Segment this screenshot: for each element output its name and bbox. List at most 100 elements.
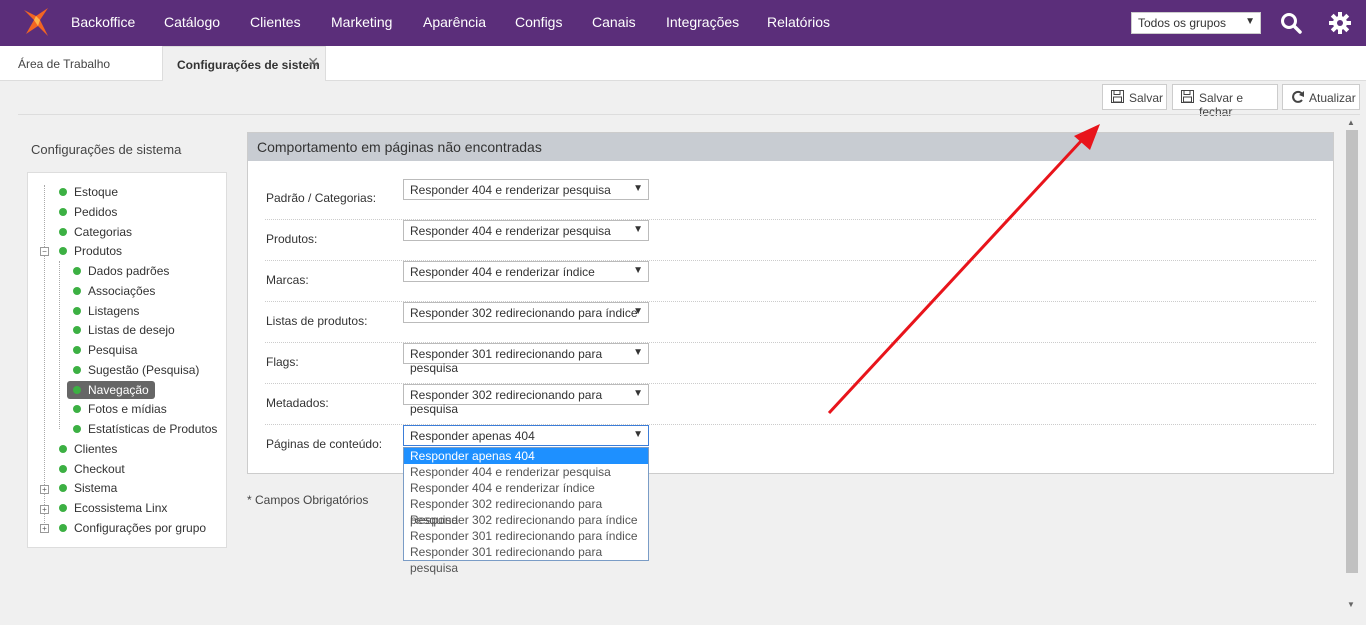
flags-select[interactable]: Responder 301 redirecionando para pesqui… — [403, 343, 649, 375]
status-dot-icon — [59, 207, 67, 216]
toolbar-divider — [18, 114, 1360, 115]
nav-marketing[interactable]: Marketing — [331, 14, 392, 30]
dropdown-option[interactable]: Responder apenas 404 — [404, 448, 648, 464]
tree-item-produtos[interactable]: Produtos — [59, 242, 122, 260]
tree-item-pedidos[interactable]: Pedidos — [59, 203, 117, 221]
dropdown-option[interactable]: Responder 301 redirecionando para pesqui… — [404, 544, 648, 575]
scrollbar-thumb[interactable] — [1346, 130, 1358, 573]
select-value: Responder apenas 404 — [410, 429, 535, 443]
nav-catalogo[interactable]: Catálogo — [164, 14, 220, 30]
form-row-metadados: Metadados: Responder 302 redirecionando … — [265, 384, 1316, 425]
field-label: Metadados: — [266, 396, 329, 410]
sidebar-title: Configurações de sistema — [31, 142, 182, 157]
form-row-listas-de-produtos: Listas de produtos: Responder 302 redire… — [265, 302, 1316, 343]
nav-canais[interactable]: Canais — [592, 14, 636, 30]
tree-item-checkout[interactable]: Checkout — [59, 460, 125, 478]
search-icon[interactable] — [1280, 12, 1302, 34]
status-dot-icon — [73, 266, 81, 275]
tree-item-configuracoes-por-grupo[interactable]: Configurações por grupo — [59, 519, 206, 537]
dropdown-option[interactable]: Responder 302 redirecionando para pesqui… — [404, 496, 648, 527]
tree-item-listas-de-desejo[interactable]: Listas de desejo — [73, 321, 175, 339]
save-button[interactable]: Salvar — [1102, 84, 1167, 110]
group-select[interactable]: Todos os grupos ▼ — [1131, 12, 1261, 34]
form-row-produtos: Produtos: Responder 404 e renderizar pes… — [265, 220, 1316, 261]
tree-item-navegacao[interactable]: Navegação — [67, 381, 155, 399]
status-dot-icon — [73, 385, 81, 394]
select-value: Responder 301 redirecionando para pesqui… — [410, 347, 603, 375]
tree-item-listagens[interactable]: Listagens — [73, 302, 139, 320]
tree-item-categorias[interactable]: Categorias — [59, 223, 132, 241]
nav-aparencia[interactable]: Aparência — [423, 14, 486, 30]
refresh-button[interactable]: Atualizar — [1282, 84, 1360, 110]
tab-bar: Área de Trabalho Configurações de sistem… — [0, 46, 1366, 81]
not-found-behavior-panel: Comportamento em páginas não encontradas… — [247, 132, 1334, 474]
listas-de-produtos-select[interactable]: Responder 302 redirecionando para índice… — [403, 302, 649, 323]
field-label: Produtos: — [266, 232, 318, 246]
expand-icon[interactable]: + — [40, 505, 49, 514]
form-row-padrao-categorias: Padrão / Categorias: Responder 404 e ren… — [265, 179, 1316, 220]
tree-line — [44, 185, 45, 529]
status-dot-icon — [73, 325, 81, 334]
tree-item-label: Pedidos — [74, 205, 118, 219]
nav-configs[interactable]: Configs — [515, 14, 562, 30]
tree-item-estoque[interactable]: Estoque — [59, 183, 118, 201]
tab-configuracoes-de-sistema[interactable]: Configurações de sistem ✕ — [162, 46, 326, 81]
tree-item-fotos-e-midias[interactable]: Fotos e mídias — [73, 400, 167, 418]
floppy-disk-icon — [1111, 90, 1124, 103]
tree-item-label: Categorias — [74, 225, 133, 239]
collapse-icon[interactable]: − — [40, 247, 49, 256]
tree-item-ecossistema-linx[interactable]: Ecossistema Linx — [59, 499, 167, 517]
status-dot-icon — [59, 227, 67, 236]
panel-title: Comportamento em páginas não encontradas — [248, 133, 1333, 161]
save-label: Salvar — [1129, 91, 1164, 105]
top-navigation-bar: Backoffice Catálogo Clientes Marketing A… — [0, 0, 1366, 46]
form-row-flags: Flags: Responder 301 redirecionando para… — [265, 343, 1316, 384]
padrao-categorias-select[interactable]: Responder 404 e renderizar pesquisa ▼ — [403, 179, 649, 200]
nav-relatorios[interactable]: Relatórios — [767, 14, 830, 30]
marcas-select[interactable]: Responder 404 e renderizar índice ▼ — [403, 261, 649, 282]
tree-item-dados-padroes[interactable]: Dados padrões — [73, 262, 169, 280]
produtos-select[interactable]: Responder 404 e renderizar pesquisa ▼ — [403, 220, 649, 241]
form-row-marcas: Marcas: Responder 404 e renderizar índic… — [265, 261, 1316, 302]
tree-item-sistema[interactable]: Sistema — [59, 479, 117, 497]
tree-item-clientes[interactable]: Clientes — [59, 440, 117, 458]
tab-area-de-trabalho[interactable]: Área de Trabalho — [18, 46, 110, 81]
select-value: Responder 302 redirecionando para pesqui… — [410, 388, 603, 416]
select-value: Responder 404 e renderizar pesquisa — [410, 224, 611, 238]
chevron-down-icon: ▼ — [633, 388, 643, 399]
tree-item-sugestao-pesquisa[interactable]: Sugestão (Pesquisa) — [73, 361, 199, 379]
dropdown-option[interactable]: Responder 301 redirecionando para índice — [404, 528, 648, 544]
expand-icon[interactable]: + — [40, 524, 49, 533]
paginas-de-conteudo-select[interactable]: Responder apenas 404 ▼ — [403, 425, 649, 446]
chevron-down-icon: ▼ — [633, 347, 643, 358]
dropdown-option[interactable]: Responder 404 e renderizar pesquisa — [404, 464, 648, 480]
gear-icon[interactable] — [1328, 11, 1352, 35]
group-select-value: Todos os grupos — [1138, 16, 1227, 30]
expand-icon[interactable]: + — [40, 485, 49, 494]
tree-item-label: Sistema — [74, 481, 118, 495]
select-value: Responder 404 e renderizar pesquisa — [410, 183, 611, 197]
nav-backoffice[interactable]: Backoffice — [71, 14, 135, 30]
metadados-select[interactable]: Responder 302 redirecionando para pesqui… — [403, 384, 649, 416]
status-dot-icon — [73, 424, 81, 433]
nav-integracoes[interactable]: Integrações — [666, 14, 739, 30]
scroll-down-icon[interactable]: ▼ — [1347, 600, 1355, 609]
status-dot-icon — [59, 503, 67, 512]
dropdown-option[interactable]: Responder 404 e renderizar índice — [404, 480, 648, 496]
close-icon[interactable]: ✕ — [307, 54, 319, 71]
tab-label: Configurações de sistem — [177, 58, 320, 72]
tree-item-estatisticas-de-produtos[interactable]: Estatísticas de Produtos — [73, 420, 217, 438]
scroll-up-icon[interactable]: ▲ — [1347, 118, 1355, 127]
field-label: Listas de produtos: — [266, 314, 368, 328]
save-and-close-button[interactable]: Salvar e fechar — [1172, 84, 1278, 119]
nav-clientes[interactable]: Clientes — [250, 14, 301, 30]
field-label: Padrão / Categorias: — [266, 191, 377, 205]
field-label: Marcas: — [266, 273, 309, 287]
app-logo-icon[interactable] — [22, 6, 52, 38]
tree-item-label: Listas de desejo — [88, 323, 175, 337]
dropdown-option[interactable]: Responder 302 redirecionando para índice — [404, 512, 648, 528]
tree-item-pesquisa[interactable]: Pesquisa — [73, 341, 137, 359]
tree-line — [59, 261, 60, 429]
tree-item-associacoes[interactable]: Associações — [73, 282, 155, 300]
tree-item-label: Ecossistema Linx — [74, 501, 168, 515]
